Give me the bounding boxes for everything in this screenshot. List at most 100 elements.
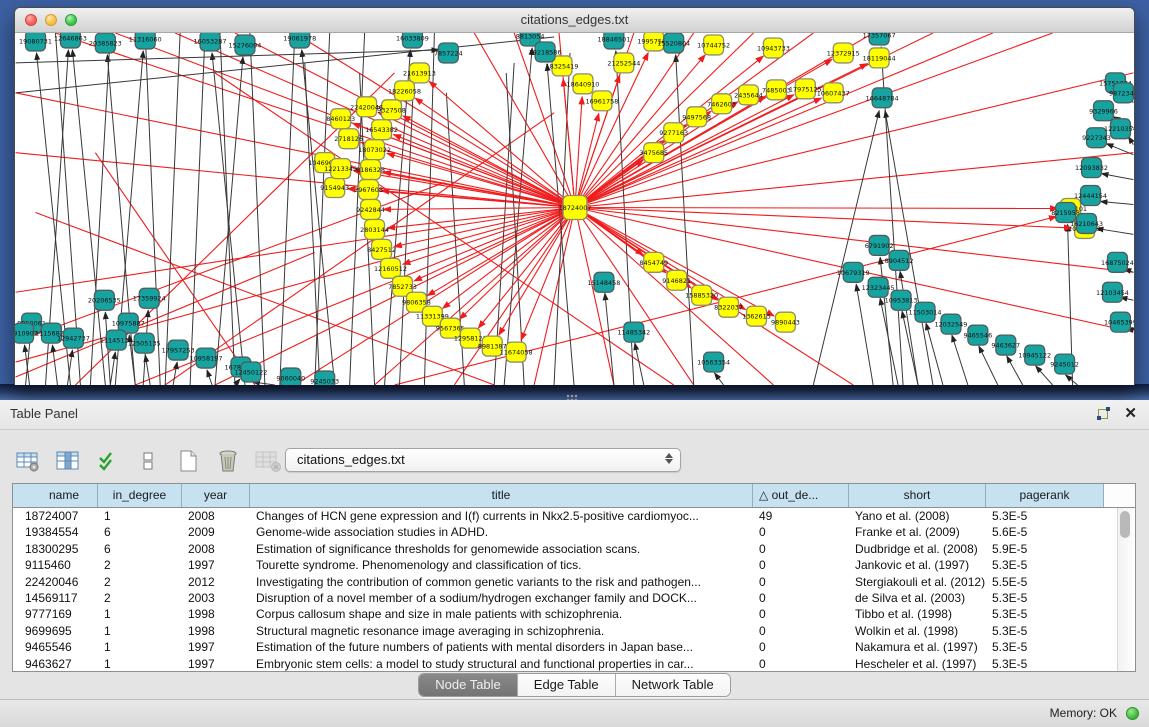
table-cell[interactable]: 14569117 xyxy=(13,590,98,606)
table-cell[interactable]: Embryonic stem cells: a model to study s… xyxy=(250,656,753,672)
table-row[interactable]: 1830029562008Estimation of significance … xyxy=(13,541,1135,557)
table-cell[interactable]: 0 xyxy=(753,606,849,622)
new-column-icon[interactable] xyxy=(174,447,202,475)
table-cell[interactable]: 2008 xyxy=(182,541,250,557)
table-cell[interactable]: Corpus callosum shape and size in male p… xyxy=(250,606,753,622)
table-cell[interactable]: Wolkin et al. (1998) xyxy=(849,623,986,639)
delete-columns-icon[interactable] xyxy=(214,447,242,475)
table-cell[interactable]: 2008 xyxy=(182,508,250,524)
table-cell[interactable]: de Silva et al. (2003) xyxy=(849,590,986,606)
table-cell[interactable]: 1 xyxy=(98,606,182,622)
table-cell[interactable]: 5.3E-5 xyxy=(986,606,1104,622)
tab-network-table[interactable]: Network Table xyxy=(616,674,730,696)
table-cell[interactable]: 2003 xyxy=(182,590,250,606)
table-options-icon[interactable] xyxy=(14,447,42,475)
table-row[interactable]: 977716911998Corpus callosum shape and si… xyxy=(13,606,1135,622)
table-cell[interactable]: Estimation of significance thresholds fo… xyxy=(250,541,753,557)
table-cell[interactable]: 0 xyxy=(753,656,849,672)
tab-node-table[interactable]: Node Table xyxy=(419,674,518,696)
table-cell[interactable]: Genome-wide association studies in ADHD. xyxy=(250,524,753,540)
table-row[interactable]: 1938455462009Genome-wide association stu… xyxy=(13,524,1135,540)
table-scrollbar-thumb[interactable] xyxy=(1120,511,1130,538)
table-cell[interactable]: 2 xyxy=(98,557,182,573)
table-cell[interactable]: 5.3E-5 xyxy=(986,557,1104,573)
table-cell[interactable]: Nakamura et al. (1997) xyxy=(849,639,986,655)
float-panel-icon[interactable] xyxy=(1096,406,1112,422)
table-cell[interactable]: 18724007 xyxy=(13,508,98,524)
table-row[interactable]: 946554611997Estimation of the future num… xyxy=(13,639,1135,655)
table-cell[interactable]: Yano et al. (2008) xyxy=(849,508,986,524)
table-cell[interactable]: 2 xyxy=(98,590,182,606)
table-cell[interactable]: 18300295 xyxy=(13,541,98,557)
table-cell[interactable]: Disruption of a novel member of a sodium… xyxy=(250,590,753,606)
table-cell[interactable]: 1998 xyxy=(182,623,250,639)
table-cell[interactable]: 6 xyxy=(98,524,182,540)
table-cell[interactable]: 0 xyxy=(753,639,849,655)
table-cell[interactable]: 2012 xyxy=(182,574,250,590)
table-cell[interactable]: Hescheler et al. (1997) xyxy=(849,656,986,672)
table-cell[interactable]: 0 xyxy=(753,574,849,590)
table-cell[interactable]: 0 xyxy=(753,557,849,573)
table-cell[interactable]: 0 xyxy=(753,524,849,540)
table-cell[interactable]: Estimation of the future numbers of pati… xyxy=(250,639,753,655)
table-cell[interactable]: 1 xyxy=(98,623,182,639)
table-cell[interactable]: 9699695 xyxy=(13,623,98,639)
close-panel-icon[interactable]: ✕ xyxy=(1124,404,1137,424)
column-header-short[interactable]: short xyxy=(849,484,986,507)
table-cell[interactable]: 1997 xyxy=(182,639,250,655)
table-cell[interactable]: 9115460 xyxy=(13,557,98,573)
table-cell[interactable]: 5.3E-5 xyxy=(986,639,1104,655)
table-cell[interactable]: 1 xyxy=(98,656,182,672)
table-cell[interactable]: 1997 xyxy=(182,557,250,573)
table-cell[interactable]: Investigating the contribution of common… xyxy=(250,574,753,590)
table-cell[interactable]: 0 xyxy=(753,590,849,606)
column-header-pagerank[interactable]: pagerank xyxy=(986,484,1104,507)
column-header-in-degree[interactable]: in_degree xyxy=(98,484,182,507)
rows-icon[interactable] xyxy=(134,447,162,475)
table-cell[interactable]: 22420046 xyxy=(13,574,98,590)
table-cell[interactable]: Structural magnetic resonance image aver… xyxy=(250,623,753,639)
select-all-icon[interactable] xyxy=(94,447,122,475)
table-cell[interactable]: Tourette syndrome. Phenomenology and cla… xyxy=(250,557,753,573)
table-row[interactable]: 946362711997Embryonic stem cells: a mode… xyxy=(13,656,1135,672)
network-window-titlebar[interactable]: citations_edges.txt xyxy=(15,8,1134,33)
column-header-name[interactable]: name xyxy=(13,484,98,507)
table-cell[interactable]: 1997 xyxy=(182,656,250,672)
table-cell[interactable]: 1998 xyxy=(182,606,250,622)
table-cell[interactable]: Stergiakouli et al. (2012) xyxy=(849,574,986,590)
table-cell[interactable]: 1 xyxy=(98,639,182,655)
table-cell[interactable]: 5.6E-5 xyxy=(986,524,1104,540)
table-cell[interactable]: Franke et al. (2009) xyxy=(849,524,986,540)
table-row[interactable]: 1456911722003Disruption of a novel membe… xyxy=(13,590,1135,606)
table-row[interactable]: 911546021997Tourette syndrome. Phenomeno… xyxy=(13,557,1135,573)
table-scrollbar[interactable] xyxy=(1117,508,1133,672)
table-cell[interactable]: 49 xyxy=(753,508,849,524)
table-cell[interactable]: 5.3E-5 xyxy=(986,656,1104,672)
column-header-title[interactable]: title xyxy=(250,484,753,507)
table-row[interactable]: 2242004622012Investigating the contribut… xyxy=(13,574,1135,590)
table-row[interactable]: 1872400712008Changes of HCN gene express… xyxy=(13,508,1135,524)
select-columns-icon[interactable] xyxy=(54,447,82,475)
table-row[interactable]: 969969511998Structural magnetic resonanc… xyxy=(13,623,1135,639)
table-cell[interactable]: 9463627 xyxy=(13,656,98,672)
network-canvas[interactable]: 2161391318226058932750816543382180730228… xyxy=(15,33,1134,385)
table-cell[interactable]: 5.3E-5 xyxy=(986,590,1104,606)
column-header-out-degree[interactable]: △ out_de... xyxy=(753,484,849,507)
table-cell[interactable]: 1 xyxy=(98,508,182,524)
table-cell[interactable]: Jankovic et al. (1997) xyxy=(849,557,986,573)
table-cell[interactable]: 0 xyxy=(753,541,849,557)
memory-status-icon[interactable] xyxy=(1126,707,1139,720)
table-cell[interactable]: 5.3E-5 xyxy=(986,623,1104,639)
table-cell[interactable]: 2009 xyxy=(182,524,250,540)
table-cell[interactable]: Dudbridge et al. (2008) xyxy=(849,541,986,557)
table-cell[interactable]: 5.3E-5 xyxy=(986,508,1104,524)
table-cell[interactable]: 6 xyxy=(98,541,182,557)
table-cell[interactable]: 5.5E-5 xyxy=(986,574,1104,590)
tab-edge-table[interactable]: Edge Table xyxy=(518,674,616,696)
table-cell[interactable]: Changes of HCN gene expression and I(f) … xyxy=(250,508,753,524)
table-cell[interactable]: 0 xyxy=(753,623,849,639)
table-cell[interactable]: 9777169 xyxy=(13,606,98,622)
table-cell[interactable]: 2 xyxy=(98,574,182,590)
network-table-select[interactable]: citations_edges.txt xyxy=(285,448,681,472)
table-cell[interactable]: 5.9E-5 xyxy=(986,541,1104,557)
